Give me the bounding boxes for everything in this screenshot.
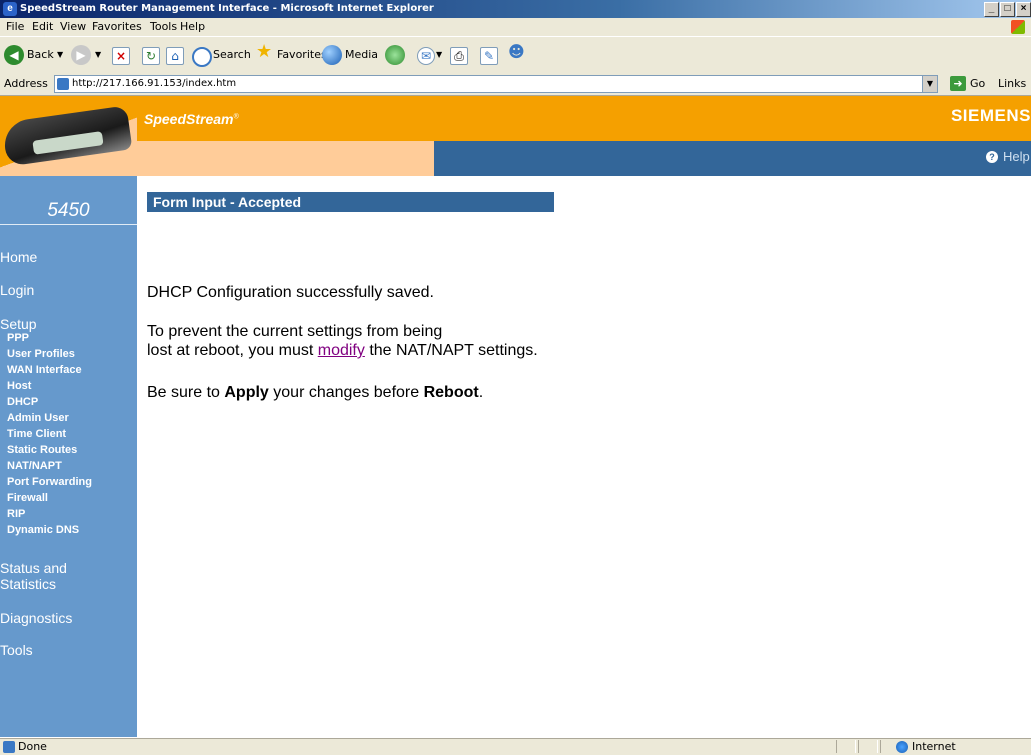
zone-text: Internet (912, 740, 956, 753)
nav-setup-dhcp[interactable]: DHCP (7, 396, 38, 408)
sidebar-divider (0, 224, 137, 225)
warning-line-2: lost at reboot, you must modify the NAT/… (147, 342, 538, 359)
web-page: SpeedStream® SIEMENS ? Help 5450 Home Lo… (0, 96, 1031, 737)
reboot-keyword: Reboot (423, 384, 479, 401)
apply-keyword: Apply (224, 384, 269, 401)
menu-edit[interactable]: Edit (32, 18, 53, 36)
forward-arrow-icon[interactable]: ▶ (71, 45, 91, 65)
saved-message: DHCP Configuration successfully saved. (147, 284, 434, 301)
nav-status-line2: Statistics (0, 576, 57, 592)
mail-dropdown-icon[interactable]: ▼ (436, 46, 442, 64)
nav-home[interactable]: Home (0, 249, 37, 265)
nav-setup-host[interactable]: Host (7, 380, 31, 392)
status-bar: Done Internet (0, 738, 1031, 755)
menu-help[interactable]: Help (180, 18, 205, 36)
favorites-star-icon[interactable]: ★ (256, 43, 272, 61)
edit-icon[interactable]: ✎ (480, 47, 498, 65)
home-icon[interactable]: ⌂ (166, 47, 184, 65)
menu-bar: File Edit View Favorites Tools Help (0, 18, 1031, 36)
menu-tools[interactable]: Tools (150, 18, 177, 36)
address-url[interactable]: http://217.166.91.153/index.htm (72, 76, 236, 92)
nav-setup-user-profiles[interactable]: User Profiles (7, 348, 75, 360)
window-title: SpeedStream Router Management Interface … (20, 3, 434, 14)
nav-setup-firewall[interactable]: Firewall (7, 492, 48, 504)
forward-dropdown-icon[interactable]: ▼ (95, 46, 101, 64)
help-icon[interactable]: ? (986, 151, 998, 163)
header-subbar-right (434, 141, 1031, 176)
section-title: Form Input - Accepted (147, 192, 554, 213)
status-pane (836, 740, 856, 753)
nav-setup-dynamic-dns[interactable]: Dynamic DNS (7, 524, 79, 536)
model-number: 5450 (47, 200, 90, 221)
stop-icon[interactable]: × (112, 47, 130, 65)
links-button[interactable]: Links (998, 77, 1026, 90)
help-link[interactable]: Help (1003, 149, 1030, 164)
header-banner (137, 96, 1031, 141)
back-arrow-icon[interactable]: ◀ (4, 45, 24, 65)
media-button[interactable]: Media (345, 46, 378, 64)
modify-link[interactable]: modify (318, 342, 365, 359)
nav-setup-nat-napt[interactable]: NAT/NAPT (7, 460, 62, 472)
messenger-icon[interactable]: ☻ (508, 43, 525, 61)
back-button[interactable]: Back (27, 46, 54, 64)
back-dropdown-icon[interactable]: ▼ (57, 46, 63, 64)
nav-login[interactable]: Login (0, 282, 34, 298)
mail-icon[interactable]: ✉ (417, 47, 435, 65)
nav-setup-time-client[interactable]: Time Client (7, 428, 66, 440)
browser-toolbar: ◀ Back ▼ ▶ ▼ × ↻ ⌂ Search ★ Favorites Me… (0, 36, 1031, 74)
header-subbar-left (137, 141, 434, 176)
nav-setup-static-routes[interactable]: Static Routes (7, 444, 77, 456)
go-button[interactable]: Go (970, 77, 985, 90)
nav-diagnostics[interactable]: Diagnostics (0, 610, 72, 626)
nav-setup-rip[interactable]: RIP (7, 508, 25, 520)
search-button[interactable]: Search (213, 46, 251, 64)
minimize-button[interactable]: _ (984, 2, 999, 17)
address-input[interactable]: http://217.166.91.153/index.htm (54, 75, 924, 93)
window-title-bar[interactable]: e SpeedStream Router Management Interfac… (0, 0, 1031, 18)
menu-favorites[interactable]: Favorites (92, 18, 142, 36)
refresh-icon[interactable]: ↻ (142, 47, 160, 65)
address-dropdown-icon[interactable]: ▼ (922, 75, 938, 93)
address-bar: Address http://217.166.91.153/index.htm … (0, 73, 1031, 96)
search-icon[interactable] (192, 47, 212, 67)
media-icon[interactable] (322, 45, 342, 65)
nav-setup[interactable]: Setup (0, 316, 37, 332)
favorites-button[interactable]: Favorites (277, 46, 327, 64)
go-arrow-icon[interactable]: ➜ (950, 76, 966, 91)
nav-setup-port-forwarding[interactable]: Port Forwarding (7, 476, 92, 488)
nav-tools[interactable]: Tools (0, 642, 33, 658)
maximize-button[interactable]: □ (1000, 2, 1015, 17)
history-icon[interactable] (385, 45, 405, 65)
nav-status-line1: Status and (0, 560, 67, 576)
nav-setup-wan-interface[interactable]: WAN Interface (7, 364, 82, 376)
windows-flag-icon (1011, 20, 1025, 34)
internet-zone-icon (896, 741, 908, 753)
sidebar: 5450 Home Login Setup PPP User Profiles … (0, 176, 137, 737)
status-text: Done (18, 740, 47, 753)
nav-status-statistics[interactable]: Status and Statistics (0, 560, 67, 592)
menu-view[interactable]: View (60, 18, 86, 36)
warning-line-1: To prevent the current settings from bei… (147, 323, 443, 340)
close-button[interactable]: × (1016, 2, 1031, 17)
print-icon[interactable]: ⎙ (450, 47, 468, 65)
status-pane (858, 740, 878, 753)
apply-reminder: Be sure to Apply your changes before Reb… (147, 384, 484, 401)
address-label: Address (4, 77, 48, 90)
page-done-icon (3, 741, 15, 753)
vendor-logo: SIEMENS (950, 106, 1031, 125)
nav-setup-admin-user[interactable]: Admin User (7, 412, 69, 424)
brand-name: SpeedStream® (144, 111, 239, 127)
nav-setup-ppp[interactable]: PPP (7, 332, 29, 344)
menu-file[interactable]: File (6, 18, 24, 36)
page-icon (57, 78, 69, 90)
ie-logo-icon: e (3, 2, 17, 16)
